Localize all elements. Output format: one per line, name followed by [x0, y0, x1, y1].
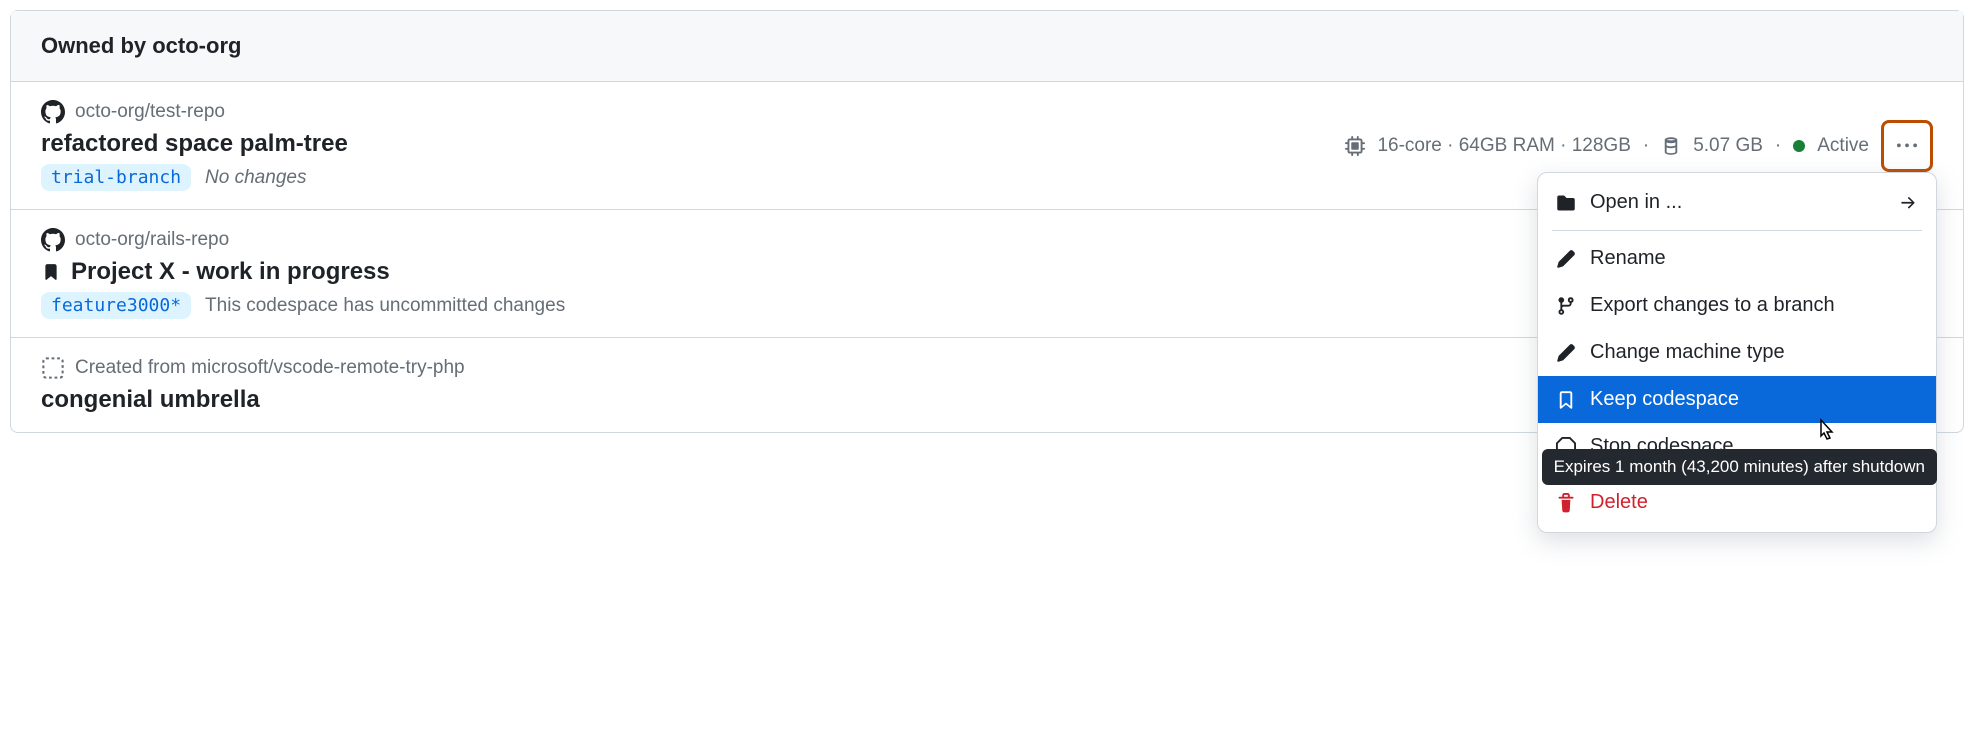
pencil-icon — [1556, 343, 1576, 363]
status-dot-icon — [1793, 140, 1805, 152]
bookmark-fill-icon — [41, 262, 61, 282]
machine-specs: 16-core · 64GB RAM · 128GB — [1377, 135, 1630, 157]
cpu-icon — [1345, 136, 1365, 156]
codespace-row: octo-org/test-repo refactored space palm… — [11, 82, 1963, 210]
menu-rename[interactable]: Rename — [1538, 235, 1936, 282]
bookmark-icon — [1556, 390, 1576, 410]
trash-icon — [1556, 493, 1576, 513]
tooltip: Expires 1 month (43,200 minutes) after s… — [1542, 449, 1937, 485]
menu-open-in[interactable]: Open in ... — [1538, 179, 1936, 226]
menu-divider — [1552, 230, 1922, 231]
repo-name[interactable]: octo-org/test-repo — [75, 101, 225, 123]
branch-status: This codespace has uncommitted changes — [205, 295, 565, 317]
panel-header: Owned by octo-org — [11, 11, 1963, 82]
branch-status: No changes — [205, 167, 306, 189]
codespace-title[interactable]: congenial umbrella — [41, 386, 260, 414]
git-branch-icon — [1556, 296, 1576, 316]
kebab-highlight — [1881, 120, 1933, 172]
codespaces-panel: Owned by octo-org octo-org/test-repo ref… — [10, 10, 1964, 433]
separator-dot: · — [1643, 135, 1649, 157]
pencil-icon — [1556, 249, 1576, 269]
menu-keep-codespace[interactable]: Keep codespace — [1538, 376, 1936, 423]
repo-name[interactable]: octo-org/rails-repo — [75, 229, 229, 251]
folder-icon — [1556, 193, 1576, 213]
kebab-menu-button[interactable] — [1886, 125, 1928, 167]
github-icon — [41, 228, 65, 252]
menu-export-branch[interactable]: Export changes to a branch — [1538, 282, 1936, 329]
codespace-title[interactable]: Project X - work in progress — [71, 258, 390, 286]
menu-change-machine[interactable]: Change machine type — [1538, 329, 1936, 376]
status-text: Active — [1817, 135, 1869, 157]
separator-dot: · — [1775, 135, 1781, 157]
branch-pill[interactable]: feature3000* — [41, 292, 191, 319]
arrow-right-icon — [1898, 193, 1918, 213]
storage-size: 5.07 GB — [1693, 135, 1763, 157]
github-icon — [41, 100, 65, 124]
cursor-pointer-icon — [1814, 417, 1838, 445]
repo-name[interactable]: Created from microsoft/vscode-remote-try… — [75, 357, 465, 379]
template-icon — [41, 356, 65, 380]
menu-delete[interactable]: Delete — [1538, 479, 1936, 526]
database-icon — [1661, 136, 1681, 156]
codespace-title[interactable]: refactored space palm-tree — [41, 130, 348, 158]
branch-pill[interactable]: trial-branch — [41, 164, 191, 191]
